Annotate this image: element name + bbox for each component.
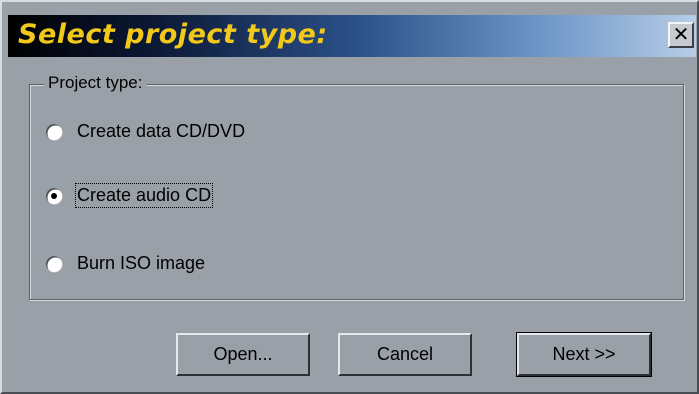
cancel-button[interactable]: Cancel [338,333,472,376]
radio-button[interactable] [46,255,62,272]
option-label: Create audio CD [74,183,214,208]
next-button[interactable]: Next >> [516,332,652,377]
option-create-audio-cd[interactable]: Create audio CD [46,183,214,208]
cancel-button-label: Cancel [376,344,434,364]
group-label: Project type: [44,73,147,93]
option-label: Create data CD/DVD [77,121,246,141]
option-label: Burn ISO image [77,253,206,273]
close-icon: ✕ [672,22,690,46]
radio-button[interactable] [46,123,62,140]
option-burn-iso[interactable]: Burn ISO image [46,253,205,274]
option-create-data-cd[interactable]: Create data CD/DVD [46,121,245,142]
open-button[interactable]: Open... [176,333,310,376]
dialog-title: Select project type: [18,19,328,50]
radio-button[interactable] [46,187,62,204]
title-bar[interactable]: Select project type: ✕ [8,15,696,57]
close-button[interactable]: ✕ [668,22,694,48]
next-button-label: Next >> [552,344,616,364]
open-button-label: Open... [213,344,273,364]
radio-dot [51,192,57,199]
